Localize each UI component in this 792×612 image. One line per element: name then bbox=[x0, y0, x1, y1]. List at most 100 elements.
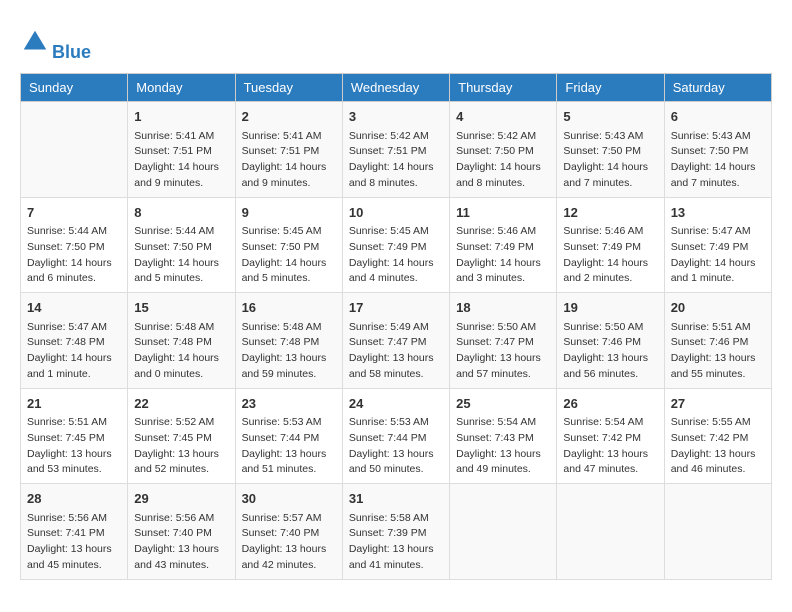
calendar-header: SundayMondayTuesdayWednesdayThursdayFrid… bbox=[21, 74, 772, 102]
cell-content: Sunrise: 5:44 AM Sunset: 7:50 PM Dayligh… bbox=[134, 224, 228, 287]
day-number: 21 bbox=[27, 394, 121, 414]
calendar-cell: 1Sunrise: 5:41 AM Sunset: 7:51 PM Daylig… bbox=[128, 102, 235, 198]
cell-content: Sunrise: 5:48 AM Sunset: 7:48 PM Dayligh… bbox=[242, 320, 336, 383]
cell-content: Sunrise: 5:56 AM Sunset: 7:41 PM Dayligh… bbox=[27, 511, 121, 574]
day-number: 8 bbox=[134, 203, 228, 223]
logo: Blue bbox=[20, 20, 91, 63]
header-day-wednesday: Wednesday bbox=[342, 74, 449, 102]
calendar-cell: 21Sunrise: 5:51 AM Sunset: 7:45 PM Dayli… bbox=[21, 388, 128, 484]
calendar-cell: 20Sunrise: 5:51 AM Sunset: 7:46 PM Dayli… bbox=[664, 293, 771, 389]
calendar-cell: 13Sunrise: 5:47 AM Sunset: 7:49 PM Dayli… bbox=[664, 197, 771, 293]
cell-content: Sunrise: 5:43 AM Sunset: 7:50 PM Dayligh… bbox=[671, 129, 765, 192]
calendar-cell: 17Sunrise: 5:49 AM Sunset: 7:47 PM Dayli… bbox=[342, 293, 449, 389]
cell-content: Sunrise: 5:47 AM Sunset: 7:48 PM Dayligh… bbox=[27, 320, 121, 383]
cell-content: Sunrise: 5:42 AM Sunset: 7:50 PM Dayligh… bbox=[456, 129, 550, 192]
week-row-3: 14Sunrise: 5:47 AM Sunset: 7:48 PM Dayli… bbox=[21, 293, 772, 389]
calendar-cell: 25Sunrise: 5:54 AM Sunset: 7:43 PM Dayli… bbox=[450, 388, 557, 484]
calendar-cell: 27Sunrise: 5:55 AM Sunset: 7:42 PM Dayli… bbox=[664, 388, 771, 484]
cell-content: Sunrise: 5:54 AM Sunset: 7:42 PM Dayligh… bbox=[563, 415, 657, 478]
day-number: 1 bbox=[134, 107, 228, 127]
calendar-cell: 29Sunrise: 5:56 AM Sunset: 7:40 PM Dayli… bbox=[128, 484, 235, 580]
day-number: 17 bbox=[349, 298, 443, 318]
calendar-body: 1Sunrise: 5:41 AM Sunset: 7:51 PM Daylig… bbox=[21, 102, 772, 580]
day-number: 11 bbox=[456, 203, 550, 223]
day-number: 31 bbox=[349, 489, 443, 509]
cell-content: Sunrise: 5:54 AM Sunset: 7:43 PM Dayligh… bbox=[456, 415, 550, 478]
cell-content: Sunrise: 5:55 AM Sunset: 7:42 PM Dayligh… bbox=[671, 415, 765, 478]
header-day-monday: Monday bbox=[128, 74, 235, 102]
day-number: 28 bbox=[27, 489, 121, 509]
calendar-cell: 24Sunrise: 5:53 AM Sunset: 7:44 PM Dayli… bbox=[342, 388, 449, 484]
day-number: 15 bbox=[134, 298, 228, 318]
cell-content: Sunrise: 5:42 AM Sunset: 7:51 PM Dayligh… bbox=[349, 129, 443, 192]
calendar-cell bbox=[557, 484, 664, 580]
logo-text: Blue bbox=[52, 20, 91, 63]
day-number: 14 bbox=[27, 298, 121, 318]
cell-content: Sunrise: 5:58 AM Sunset: 7:39 PM Dayligh… bbox=[349, 511, 443, 574]
cell-content: Sunrise: 5:41 AM Sunset: 7:51 PM Dayligh… bbox=[134, 129, 228, 192]
calendar-cell: 22Sunrise: 5:52 AM Sunset: 7:45 PM Dayli… bbox=[128, 388, 235, 484]
day-number: 27 bbox=[671, 394, 765, 414]
calendar-cell: 3Sunrise: 5:42 AM Sunset: 7:51 PM Daylig… bbox=[342, 102, 449, 198]
calendar-cell: 2Sunrise: 5:41 AM Sunset: 7:51 PM Daylig… bbox=[235, 102, 342, 198]
calendar-cell: 15Sunrise: 5:48 AM Sunset: 7:48 PM Dayli… bbox=[128, 293, 235, 389]
calendar-cell: 11Sunrise: 5:46 AM Sunset: 7:49 PM Dayli… bbox=[450, 197, 557, 293]
cell-content: Sunrise: 5:53 AM Sunset: 7:44 PM Dayligh… bbox=[242, 415, 336, 478]
day-number: 7 bbox=[27, 203, 121, 223]
day-number: 25 bbox=[456, 394, 550, 414]
day-number: 2 bbox=[242, 107, 336, 127]
day-number: 18 bbox=[456, 298, 550, 318]
header-day-friday: Friday bbox=[557, 74, 664, 102]
cell-content: Sunrise: 5:46 AM Sunset: 7:49 PM Dayligh… bbox=[456, 224, 550, 287]
day-number: 4 bbox=[456, 107, 550, 127]
day-number: 13 bbox=[671, 203, 765, 223]
day-number: 20 bbox=[671, 298, 765, 318]
cell-content: Sunrise: 5:57 AM Sunset: 7:40 PM Dayligh… bbox=[242, 511, 336, 574]
calendar-cell: 16Sunrise: 5:48 AM Sunset: 7:48 PM Dayli… bbox=[235, 293, 342, 389]
header-row: SundayMondayTuesdayWednesdayThursdayFrid… bbox=[21, 74, 772, 102]
calendar-cell: 28Sunrise: 5:56 AM Sunset: 7:41 PM Dayli… bbox=[21, 484, 128, 580]
day-number: 30 bbox=[242, 489, 336, 509]
cell-content: Sunrise: 5:46 AM Sunset: 7:49 PM Dayligh… bbox=[563, 224, 657, 287]
day-number: 12 bbox=[563, 203, 657, 223]
day-number: 19 bbox=[563, 298, 657, 318]
cell-content: Sunrise: 5:50 AM Sunset: 7:46 PM Dayligh… bbox=[563, 320, 657, 383]
calendar-cell: 23Sunrise: 5:53 AM Sunset: 7:44 PM Dayli… bbox=[235, 388, 342, 484]
header-day-sunday: Sunday bbox=[21, 74, 128, 102]
calendar-cell: 26Sunrise: 5:54 AM Sunset: 7:42 PM Dayli… bbox=[557, 388, 664, 484]
calendar-cell: 14Sunrise: 5:47 AM Sunset: 7:48 PM Dayli… bbox=[21, 293, 128, 389]
calendar-cell: 10Sunrise: 5:45 AM Sunset: 7:49 PM Dayli… bbox=[342, 197, 449, 293]
calendar-cell: 18Sunrise: 5:50 AM Sunset: 7:47 PM Dayli… bbox=[450, 293, 557, 389]
calendar-cell bbox=[450, 484, 557, 580]
day-number: 16 bbox=[242, 298, 336, 318]
cell-content: Sunrise: 5:44 AM Sunset: 7:50 PM Dayligh… bbox=[27, 224, 121, 287]
calendar-cell: 9Sunrise: 5:45 AM Sunset: 7:50 PM Daylig… bbox=[235, 197, 342, 293]
calendar-cell: 31Sunrise: 5:58 AM Sunset: 7:39 PM Dayli… bbox=[342, 484, 449, 580]
day-number: 26 bbox=[563, 394, 657, 414]
header-day-thursday: Thursday bbox=[450, 74, 557, 102]
day-number: 22 bbox=[134, 394, 228, 414]
cell-content: Sunrise: 5:47 AM Sunset: 7:49 PM Dayligh… bbox=[671, 224, 765, 287]
calendar-cell: 12Sunrise: 5:46 AM Sunset: 7:49 PM Dayli… bbox=[557, 197, 664, 293]
calendar-cell: 4Sunrise: 5:42 AM Sunset: 7:50 PM Daylig… bbox=[450, 102, 557, 198]
cell-content: Sunrise: 5:51 AM Sunset: 7:46 PM Dayligh… bbox=[671, 320, 765, 383]
header-day-saturday: Saturday bbox=[664, 74, 771, 102]
day-number: 3 bbox=[349, 107, 443, 127]
cell-content: Sunrise: 5:48 AM Sunset: 7:48 PM Dayligh… bbox=[134, 320, 228, 383]
day-number: 5 bbox=[563, 107, 657, 127]
calendar-cell: 8Sunrise: 5:44 AM Sunset: 7:50 PM Daylig… bbox=[128, 197, 235, 293]
cell-content: Sunrise: 5:53 AM Sunset: 7:44 PM Dayligh… bbox=[349, 415, 443, 478]
week-row-2: 7Sunrise: 5:44 AM Sunset: 7:50 PM Daylig… bbox=[21, 197, 772, 293]
day-number: 29 bbox=[134, 489, 228, 509]
cell-content: Sunrise: 5:45 AM Sunset: 7:50 PM Dayligh… bbox=[242, 224, 336, 287]
cell-content: Sunrise: 5:43 AM Sunset: 7:50 PM Dayligh… bbox=[563, 129, 657, 192]
cell-content: Sunrise: 5:41 AM Sunset: 7:51 PM Dayligh… bbox=[242, 129, 336, 192]
page-header: Blue bbox=[20, 20, 772, 63]
week-row-1: 1Sunrise: 5:41 AM Sunset: 7:51 PM Daylig… bbox=[21, 102, 772, 198]
calendar-cell: 6Sunrise: 5:43 AM Sunset: 7:50 PM Daylig… bbox=[664, 102, 771, 198]
cell-content: Sunrise: 5:45 AM Sunset: 7:49 PM Dayligh… bbox=[349, 224, 443, 287]
calendar-cell bbox=[21, 102, 128, 198]
day-number: 6 bbox=[671, 107, 765, 127]
calendar-cell: 30Sunrise: 5:57 AM Sunset: 7:40 PM Dayli… bbox=[235, 484, 342, 580]
calendar-table: SundayMondayTuesdayWednesdayThursdayFrid… bbox=[20, 73, 772, 580]
